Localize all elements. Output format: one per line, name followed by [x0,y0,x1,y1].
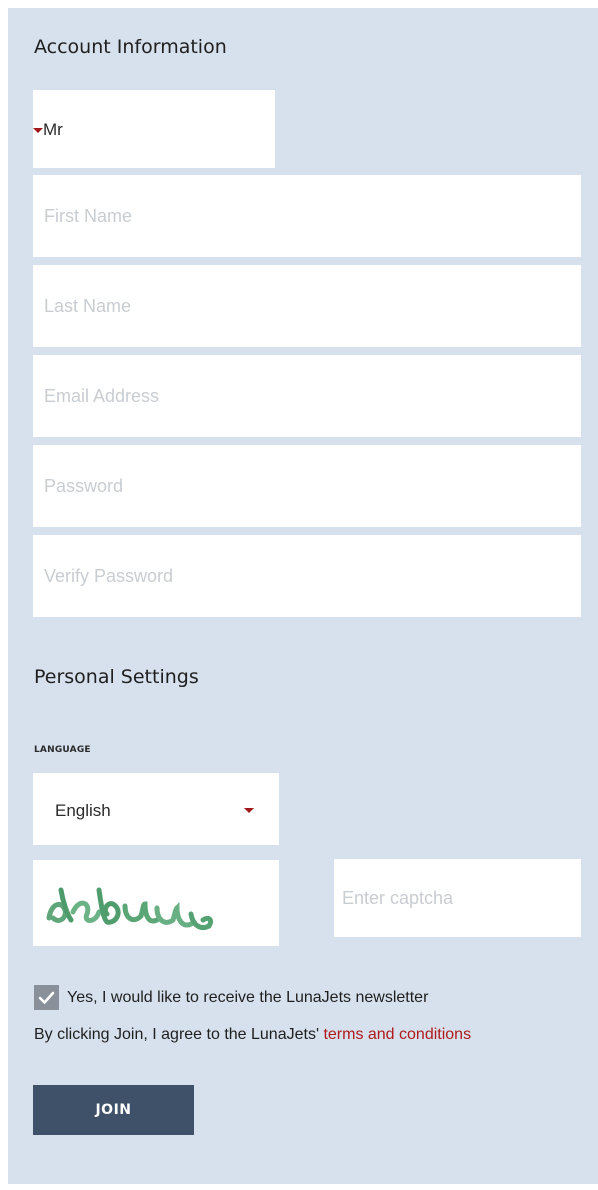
first-name-field[interactable] [33,175,581,257]
terms-statement: By clicking Join, I agree to the LunaJet… [34,1026,471,1044]
verify-password-field[interactable] [33,535,581,617]
checkmark-icon [38,991,55,1004]
language-select[interactable]: English [33,773,279,845]
title-select-value: Mr [43,120,63,139]
caret-down-icon [33,128,43,133]
password-field[interactable] [33,445,581,527]
language-label: LANGUAGE [34,745,91,755]
terms-and-conditions-link[interactable]: terms and conditions [323,1026,471,1043]
newsletter-label: Yes, I would like to receive the LunaJet… [67,989,429,1006]
captcha-image-text: debuu [33,860,36,861]
last-name-field[interactable] [33,265,581,347]
captcha-distorted-text: debuu [33,860,214,930]
email-field[interactable] [33,355,581,437]
join-button[interactable]: JOIN [33,1085,194,1135]
account-information-heading: Account Information [34,36,227,58]
terms-prefix: By clicking Join, I agree to the LunaJet… [34,1026,324,1043]
caret-down-icon [244,808,254,813]
language-select-value: English [55,801,111,820]
personal-settings-heading: Personal Settings [34,666,199,688]
captcha-input[interactable] [334,859,581,937]
title-select[interactable]: Mr [33,90,275,168]
captcha-image: debuu [33,860,279,946]
newsletter-checkbox[interactable] [34,985,59,1010]
